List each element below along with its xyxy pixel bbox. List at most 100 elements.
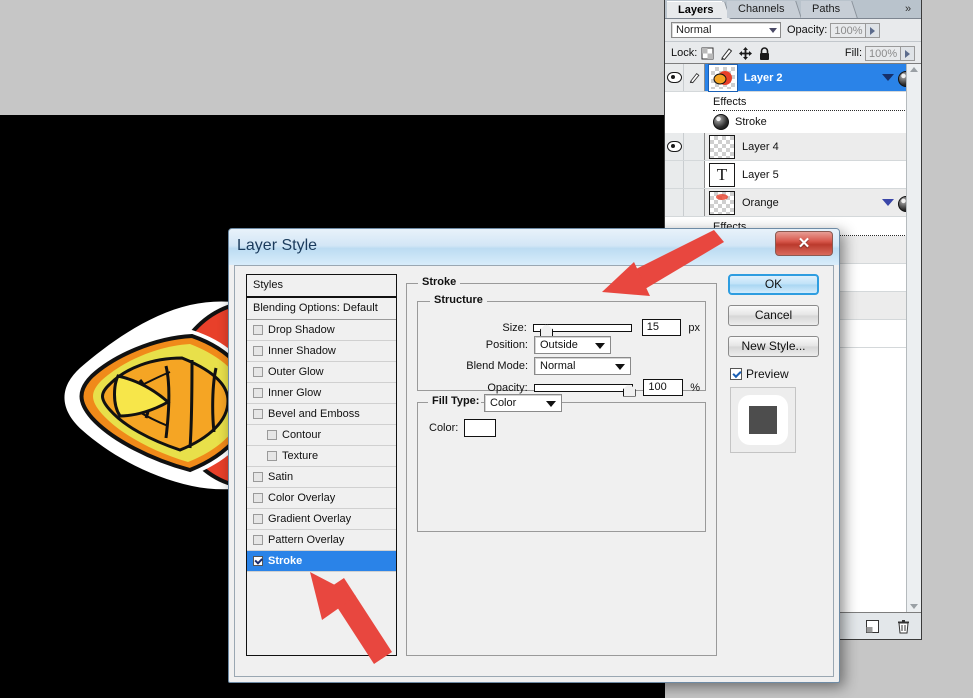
chevron-down-icon — [595, 343, 605, 349]
tab-skew — [843, 1, 858, 18]
checkbox[interactable] — [730, 368, 742, 380]
style-item-inner-shadow[interactable]: Inner Shadow — [247, 341, 396, 362]
position-select[interactable]: Outside — [534, 336, 611, 354]
opacity-label: Opacity: — [487, 381, 528, 394]
style-label: Inner Glow — [268, 387, 322, 399]
lock-row: Lock: Fill: 100% — [665, 42, 921, 65]
table-row[interactable]: Layer 2 — [665, 64, 921, 92]
position-lock-icon[interactable] — [738, 46, 753, 61]
dialog-buttons-pane: OK Cancel New Style... Preview — [728, 274, 826, 453]
opacity-input[interactable]: 100% — [830, 22, 867, 38]
tab-layers[interactable]: Layers — [667, 1, 732, 19]
dialog-titlebar[interactable]: Layer Style ✕ — [229, 229, 839, 265]
style-item-drop-shadow[interactable]: Drop Shadow — [247, 320, 396, 341]
visibility-cell[interactable] — [665, 161, 684, 188]
visibility-cell[interactable] — [665, 189, 684, 216]
link-cell[interactable] — [684, 133, 705, 160]
table-row[interactable]: Layer 4 — [665, 133, 921, 161]
scroll-down-icon[interactable] — [910, 604, 918, 609]
chevron-down-icon[interactable] — [882, 199, 894, 206]
checkbox[interactable] — [253, 514, 263, 524]
style-label: Satin — [268, 471, 294, 483]
pixels-lock-icon[interactable] — [719, 46, 734, 61]
scroll-up-icon[interactable] — [910, 67, 918, 72]
preview-stroke-shape — [738, 395, 788, 445]
position-value: Outside — [540, 339, 578, 351]
visibility-cell[interactable] — [665, 64, 684, 91]
link-cell[interactable] — [684, 189, 705, 216]
table-row[interactable]: T Layer 5 — [665, 161, 921, 189]
link-cell[interactable] — [684, 64, 705, 91]
text-layer-thumbnail[interactable]: T — [709, 162, 735, 187]
style-label: Contour — [282, 429, 322, 441]
style-item-pattern-overlay[interactable]: Pattern Overlay — [247, 530, 396, 551]
close-button[interactable]: ✕ — [775, 231, 833, 256]
stroke-group-title: Stroke — [418, 276, 461, 288]
slider-thumb[interactable] — [622, 383, 636, 397]
slider-thumb[interactable] — [540, 323, 554, 337]
blend-mode-value: Normal — [540, 360, 576, 372]
checkbox[interactable] — [253, 472, 263, 482]
styles-list[interactable]: Styles Blending Options: Default Drop Sh… — [246, 274, 397, 656]
all-lock-icon[interactable] — [757, 46, 772, 61]
visibility-cell[interactable] — [665, 133, 684, 160]
style-item-satin[interactable]: Satin — [247, 467, 396, 488]
link-cell[interactable] — [684, 161, 705, 188]
checkbox[interactable] — [253, 535, 263, 545]
tab-paths[interactable]: Paths — [801, 1, 858, 18]
table-row[interactable]: Orange — [665, 189, 921, 217]
style-item-color-overlay[interactable]: Color Overlay — [247, 488, 396, 509]
style-item-inner-glow[interactable]: Inner Glow — [247, 383, 396, 404]
style-item-texture[interactable]: Texture — [247, 446, 396, 467]
layer-list-scrollbar[interactable] — [906, 64, 921, 612]
blend-mode-select[interactable]: Normal — [534, 357, 631, 375]
style-item-bevel-and-emboss[interactable]: Bevel and Emboss — [247, 404, 396, 425]
style-label: Gradient Overlay — [268, 513, 352, 525]
blend-mode-select[interactable]: Normal — [671, 22, 781, 38]
delete-layer-icon[interactable] — [896, 619, 911, 634]
style-item-stroke[interactable]: Stroke — [247, 551, 396, 572]
opacity-slider[interactable] — [533, 383, 636, 397]
layer-thumbnail[interactable] — [708, 64, 738, 92]
new-style-button[interactable]: New Style... — [728, 336, 819, 357]
new-layer-icon[interactable] — [865, 619, 880, 634]
checkbox[interactable] — [267, 451, 277, 461]
size-slider[interactable] — [532, 323, 632, 337]
cancel-button[interactable]: Cancel — [728, 305, 819, 326]
eye-icon[interactable] — [666, 141, 682, 152]
fill-input[interactable]: 100% — [865, 45, 901, 61]
checkbox[interactable] — [253, 346, 263, 356]
effects-header-row[interactable]: Effects — [665, 92, 921, 111]
size-input[interactable]: 15 — [641, 319, 682, 336]
color-swatch[interactable] — [464, 419, 497, 437]
blending-options-item[interactable]: Blending Options: Default — [247, 298, 396, 320]
layer-thumbnail[interactable] — [709, 134, 735, 159]
checkbox[interactable] — [253, 367, 263, 377]
checkbox[interactable] — [253, 325, 263, 335]
chevron-down-icon[interactable] — [882, 74, 894, 81]
checkbox[interactable] — [267, 430, 277, 440]
style-item-outer-glow[interactable]: Outer Glow — [247, 362, 396, 383]
ok-button[interactable]: OK — [728, 274, 819, 295]
style-item-contour[interactable]: Contour — [247, 425, 396, 446]
panel-menu-icon[interactable]: » — [899, 1, 917, 17]
checkbox[interactable] — [253, 388, 263, 398]
checkbox[interactable] — [253, 409, 263, 419]
layer-thumbnail[interactable] — [709, 190, 735, 215]
preview-toggle[interactable]: Preview — [730, 367, 826, 381]
tab-channels[interactable]: Channels — [727, 1, 803, 18]
fill-label: Fill: — [844, 47, 862, 59]
opacity-slider-icon[interactable] — [866, 22, 881, 38]
effect-item-row[interactable]: Stroke — [665, 111, 921, 133]
checkbox[interactable] — [253, 556, 263, 566]
opacity-input[interactable]: 100 — [643, 379, 684, 396]
style-label: Inner Shadow — [268, 345, 336, 357]
style-item-gradient-overlay[interactable]: Gradient Overlay — [247, 509, 396, 530]
checkbox[interactable] — [253, 493, 263, 503]
eye-icon[interactable] — [666, 72, 682, 83]
blend-mode-value: Normal — [676, 24, 712, 36]
fill-slider-icon[interactable] — [901, 45, 915, 61]
size-unit: px — [688, 321, 700, 334]
transparency-lock-icon[interactable] — [700, 46, 715, 61]
fill-type-select[interactable]: Color — [484, 394, 562, 412]
